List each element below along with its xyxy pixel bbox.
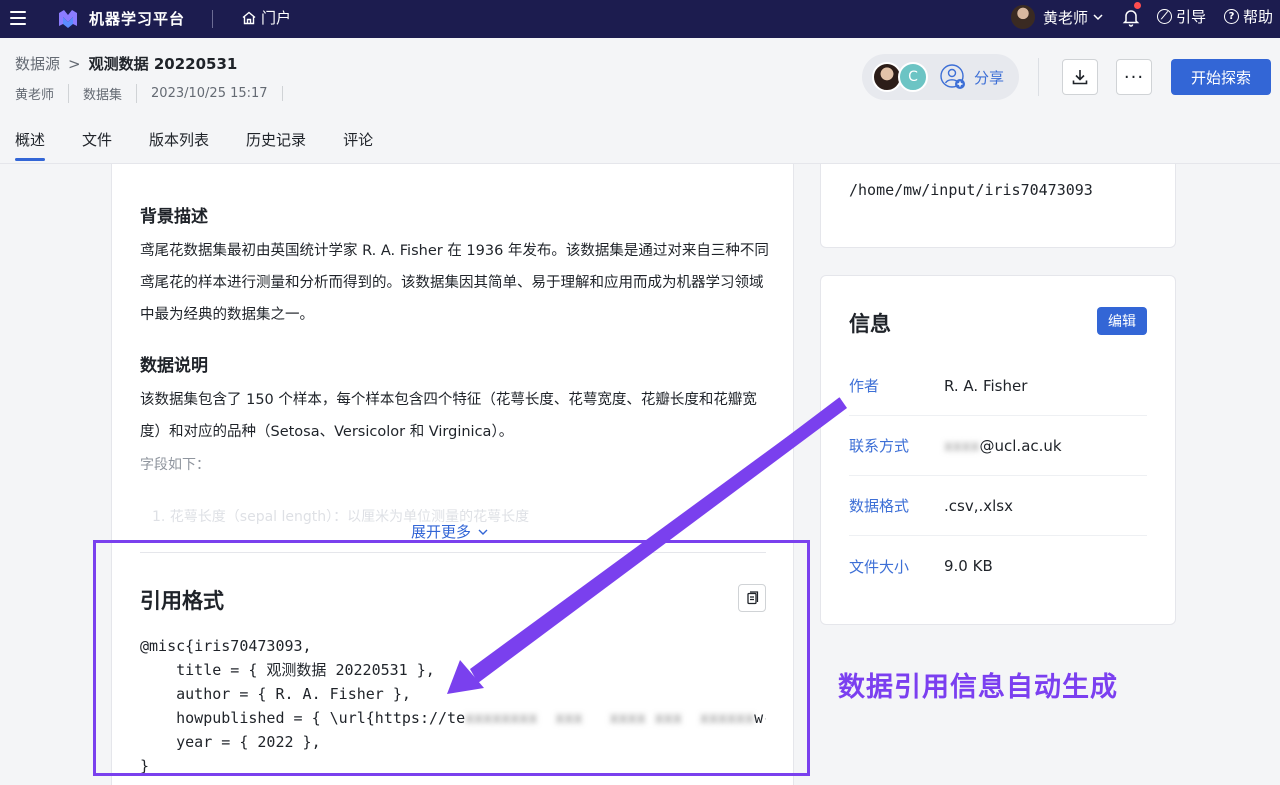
code-line: year = { 2022 }, <box>140 733 321 751</box>
top-navbar: 机器学习平台 门户 黄老师 ⟋ 引导 ? 帮助 <box>0 0 1280 38</box>
info-row-author: 作者 R. A. Fisher <box>849 356 1147 416</box>
code-line: } <box>140 757 150 775</box>
breadcrumb-separator: > <box>68 54 81 73</box>
menu-icon[interactable] <box>10 11 26 25</box>
chevron-down-icon <box>478 529 488 535</box>
share-button[interactable]: 分享 <box>940 64 1004 90</box>
expand-more-link[interactable]: 展开更多 <box>411 521 489 542</box>
home-icon <box>242 11 256 24</box>
info-value: R. A. Fisher <box>944 376 1028 395</box>
info-key: 文件大小 <box>849 557 910 576</box>
topbar-divider <box>212 10 213 28</box>
info-value: .csv,.xlsx <box>944 496 1013 515</box>
question-icon: ? <box>1224 9 1239 24</box>
help-link[interactable]: ? 帮助 <box>1224 6 1273 27</box>
tab-bar: 概述 文件 版本列表 历史记录 评论 <box>15 129 410 161</box>
overview-card: 背景描述 鸢尾花数据集最初由英国统计学家 R. A. Fisher 在 1936… <box>111 164 794 785</box>
info-row-contact: 联系方式 xxxx@ucl.ac.uk <box>849 416 1147 476</box>
guide-label: 引导 <box>1176 8 1207 26</box>
input-path-card: /home/mw/input/iris70473093 <box>820 164 1176 248</box>
input-path[interactable]: /home/mw/input/iris70473093 <box>849 181 1093 199</box>
download-button[interactable] <box>1062 59 1098 95</box>
add-person-icon <box>940 64 965 89</box>
dataset-header: 数据源 > 观测数据 20220531 黄老师 数据集 2023/10/25 1… <box>0 38 1280 164</box>
info-row-size: 文件大小 9.0 KB <box>849 536 1147 596</box>
background-heading: 背景描述 <box>140 207 208 227</box>
more-button[interactable]: ··· <box>1116 59 1152 95</box>
description-text: 该数据集包含了 150 个样本，每个样本包含四个特征（花萼长度、花萼宽度、花瓣长… <box>140 392 757 440</box>
description-heading: 数据说明 <box>140 356 208 376</box>
info-heading: 信息 <box>849 312 891 336</box>
user-name: 黄老师 <box>1043 8 1089 27</box>
tab-overview[interactable]: 概述 <box>15 129 46 161</box>
info-row-format: 数据格式 .csv,.xlsx <box>849 476 1147 536</box>
code-url-prefix: howpublished = { \url{https://te <box>140 709 466 727</box>
background-text: 鸢尾花数据集最初由英国统计学家 R. A. Fisher 在 1936 年发布。… <box>140 243 769 323</box>
info-card: 信息 编辑 作者 R. A. Fisher 联系方式 xxxx@ucl.ac.u… <box>820 275 1176 625</box>
portal-label: 门户 <box>261 9 292 27</box>
citation-heading: 引用格式 <box>140 589 224 613</box>
info-value: xxxx@ucl.ac.uk <box>944 437 1062 455</box>
meta-owner: 黄老师 <box>15 84 70 103</box>
tab-comments[interactable]: 评论 <box>343 129 373 161</box>
collaborator-avatar-letter: C <box>898 62 928 92</box>
share-label: 分享 <box>974 68 1005 87</box>
section-divider <box>140 552 766 553</box>
platform-logo-icon <box>59 10 77 28</box>
copy-citation-button[interactable] <box>738 584 766 612</box>
code-line: @misc{iris70473093, <box>140 637 312 655</box>
info-value: 9.0 KB <box>944 557 993 575</box>
help-label: 帮助 <box>1243 8 1274 26</box>
header-divider <box>1038 58 1039 96</box>
code-url-suffix: w- <box>754 709 766 727</box>
app-name: 机器学习平台 <box>89 10 186 28</box>
redacted-email: xxxx <box>944 436 980 455</box>
email-domain: @ucl.ac.uk <box>979 436 1062 455</box>
info-key: 作者 <box>849 377 880 395</box>
citation-code: @misc{iris70473093, title = { 观测数据 20220… <box>140 634 766 778</box>
code-line: howpublished = { \url{https://texxxxxxxx… <box>140 706 766 730</box>
copy-icon <box>747 591 759 605</box>
annotation-callout: 数据引用信息自动生成 <box>838 672 1118 703</box>
breadcrumb: 数据源 > 观测数据 20220531 <box>15 53 237 74</box>
meta-type: 数据集 <box>69 84 138 103</box>
portal-link[interactable]: 门户 <box>241 7 291 28</box>
edit-info-button[interactable]: 编辑 <box>1097 307 1147 335</box>
code-line: author = { R. A. Fisher }, <box>140 685 411 703</box>
notification-badge <box>1134 2 1141 9</box>
user-menu[interactable]: 黄老师 <box>1011 5 1104 29</box>
chevron-down-icon <box>1093 14 1103 21</box>
info-key: 数据格式 <box>849 497 910 515</box>
notification-bell-icon[interactable] <box>1122 6 1140 28</box>
tab-versions[interactable]: 版本列表 <box>149 129 209 161</box>
collaborators-pill: C 分享 <box>862 54 1019 100</box>
breadcrumb-root[interactable]: 数据源 <box>15 53 60 74</box>
expand-more-label: 展开更多 <box>411 523 472 541</box>
user-avatar <box>1011 5 1035 29</box>
info-key: 联系方式 <box>849 437 910 455</box>
tab-history[interactable]: 历史记录 <box>246 129 306 161</box>
compass-icon: ⟋ <box>1157 9 1172 24</box>
code-line: title = { 观测数据 20220531 }, <box>140 661 435 679</box>
download-icon <box>1072 70 1088 85</box>
redacted-url: xxxxxxxx xxx xxxx xxx xxxxxx <box>465 709 755 727</box>
dataset-meta: 黄老师 数据集 2023/10/25 15:17 <box>15 84 283 103</box>
guide-link[interactable]: ⟋ 引导 <box>1157 6 1206 27</box>
breadcrumb-current: 观测数据 20220531 <box>88 55 238 73</box>
fields-label: 字段如下： <box>140 457 210 473</box>
meta-timestamp: 2023/10/25 15:17 <box>137 86 283 101</box>
start-explore-button[interactable]: 开始探索 <box>1171 59 1271 95</box>
tab-files[interactable]: 文件 <box>82 129 112 161</box>
